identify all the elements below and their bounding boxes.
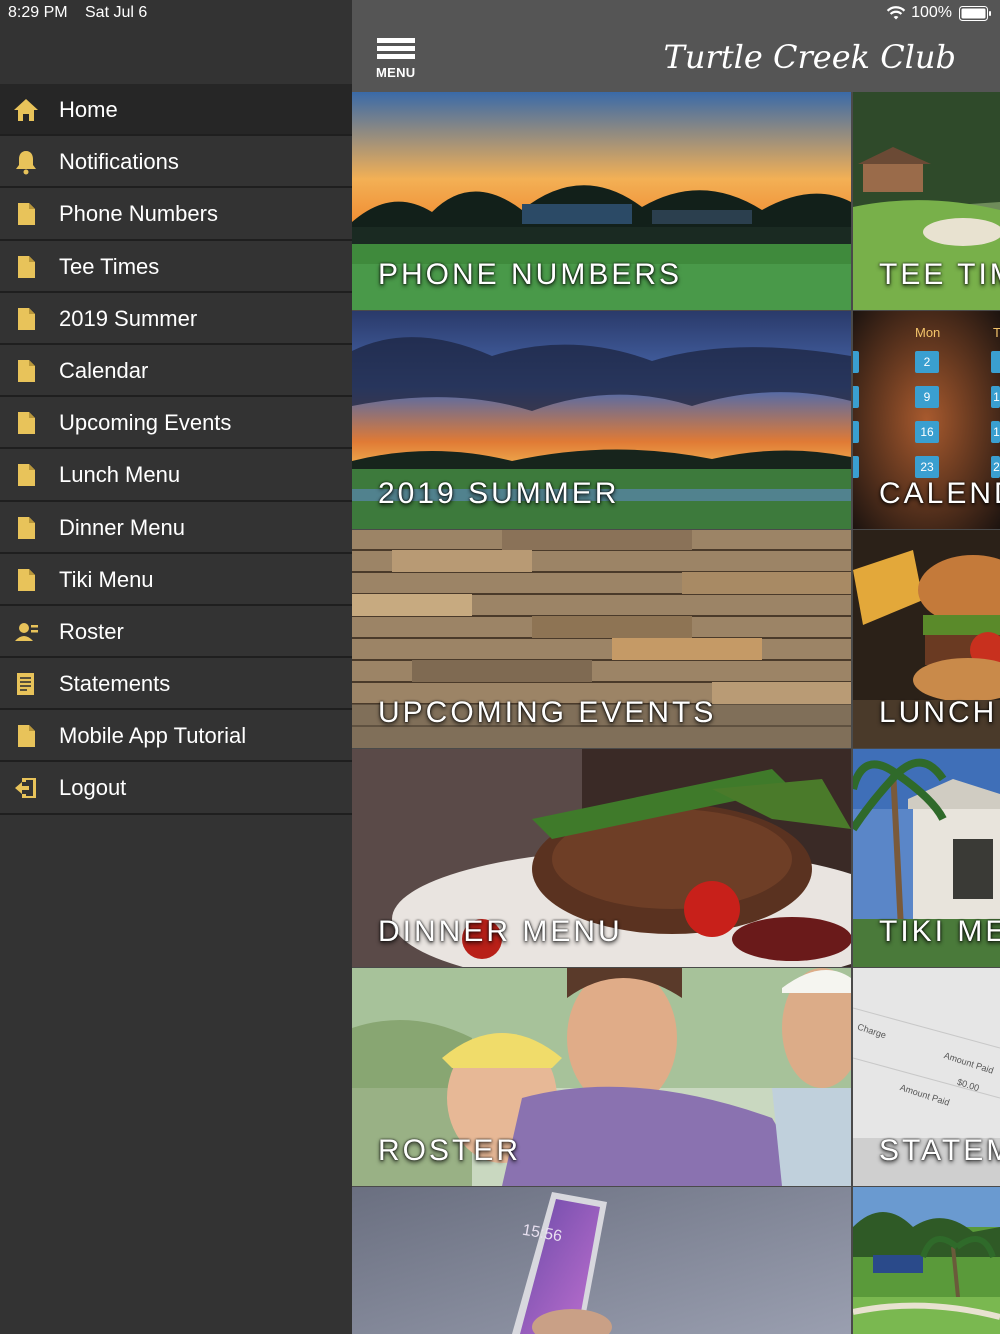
calendar-date: 2	[915, 351, 939, 373]
status-date: Sat Jul 6	[85, 4, 148, 21]
sidebar-item-label: 2019 Summer	[59, 305, 198, 331]
top-bar: 100% MENU Turtle Creek Club	[352, 0, 1000, 92]
tile-label: 2019 SUMMER	[378, 477, 620, 510]
sidebar-item-dinner-menu[interactable]: Dinner Menu	[0, 502, 352, 554]
document-icon	[12, 566, 40, 594]
sidebar-item-roster[interactable]: Roster	[0, 606, 352, 659]
logout-icon	[12, 774, 40, 802]
tile-label: UPCOMING EVENTS	[378, 696, 717, 729]
status-bar-left: 8:29 PM Sat Jul 6	[0, 0, 352, 84]
sidebar-item-calendar[interactable]: Calendar	[0, 345, 352, 398]
sidebar-item-label: Phone Numbers	[59, 201, 218, 227]
sidebar-item-label: Calendar	[59, 357, 149, 383]
calendar-date: 2	[991, 456, 1000, 478]
sidebar-item-label: Lunch Menu	[59, 462, 181, 488]
document-icon	[12, 200, 40, 228]
hamburger-icon	[377, 38, 415, 43]
calendar-date: 1	[991, 421, 1000, 443]
tile-tee-times[interactable]: TEE TIM	[853, 92, 1000, 310]
tile-golf-course[interactable]	[853, 1187, 1000, 1334]
sidebar-item-label: Notifications	[59, 149, 179, 175]
bell-icon	[12, 148, 40, 176]
sidebar-item-home[interactable]: Home	[0, 84, 352, 137]
calendar-day-header: Tu	[993, 325, 1000, 340]
sidebar-item-2019-summer[interactable]: 2019 Summer	[0, 293, 352, 345]
calendar-date: 16	[915, 421, 939, 443]
hamburger-line	[377, 54, 415, 59]
sidebar-item-label: Tee Times	[59, 253, 160, 279]
sidebar-item-label: Tiki Menu	[59, 566, 154, 592]
calendar-date-edge	[853, 386, 859, 408]
tile-upcoming-events[interactable]: UPCOMING EVENTS	[352, 530, 851, 748]
sidebar-item-tiki-menu[interactable]: Tiki Menu	[0, 554, 352, 606]
statement-icon	[12, 670, 40, 698]
document-icon	[12, 253, 40, 281]
tile-label: LUNCH	[879, 696, 998, 729]
club-logo: Turtle Creek Club	[663, 38, 956, 76]
document-icon	[12, 461, 40, 489]
document-icon	[12, 357, 40, 385]
calendar-day-header: Mon	[915, 325, 941, 340]
tile-label: CALEND	[879, 477, 1000, 510]
sidebar-item-logout[interactable]: Logout	[0, 762, 352, 815]
calendar-date: 23	[915, 456, 939, 478]
tile-mobile-app-tutorial[interactable]: 15:56	[352, 1187, 851, 1334]
tile-tiki-menu[interactable]: TIKI ME	[853, 749, 1000, 967]
roster-icon	[12, 618, 40, 646]
sidebar-item-phone-numbers[interactable]: Phone Numbers	[0, 188, 352, 241]
sidebar-item-tee-times[interactable]: Tee Times	[0, 241, 352, 293]
sidebar-item-lunch-menu[interactable]: Lunch Menu	[0, 449, 352, 502]
calendar-date-edge	[853, 421, 859, 443]
document-icon	[12, 409, 40, 437]
menu-button[interactable]: MENU	[374, 38, 420, 82]
battery-icon	[959, 6, 991, 21]
home-icon	[12, 96, 40, 124]
calendar-date-edge	[853, 351, 859, 373]
tile-label: ROSTER	[378, 1134, 522, 1167]
sidebar-item-label: Dinner Menu	[59, 514, 185, 540]
calendar-date: 9	[915, 386, 939, 408]
calendar-date	[991, 351, 1000, 373]
document-icon	[12, 305, 40, 333]
tile-label: STATEM	[879, 1134, 1000, 1167]
sidebar-item-statements[interactable]: Statements	[0, 658, 352, 711]
tile-label: TEE TIM	[879, 258, 1000, 291]
tile-label: DINNER MENU	[378, 915, 623, 948]
hamburger-line	[377, 46, 415, 51]
battery-percent: 100%	[911, 4, 952, 21]
tile-label: TIKI ME	[879, 915, 1000, 948]
tile-dinner-menu[interactable]: DINNER MENU	[352, 749, 851, 967]
tile-lunch[interactable]: LUNCH	[853, 530, 1000, 748]
calendar-date-edge	[853, 456, 859, 478]
sidebar-item-upcoming-events[interactable]: Upcoming Events	[0, 397, 352, 450]
menu-button-label: MENU	[376, 65, 416, 80]
wifi-icon	[886, 6, 906, 20]
sidebar-item-notifications[interactable]: Notifications	[0, 136, 352, 189]
sidebar-item-label: Logout	[59, 775, 127, 801]
tile-label: PHONE NUMBERS	[378, 258, 683, 291]
document-icon	[12, 514, 40, 542]
tile-calendar[interactable]: Mon Tu 2 9 16 23 1 1 2 CALEND	[853, 311, 1000, 529]
golf-course-aerial-image	[853, 1187, 1000, 1334]
sidebar: 8:29 PM Sat Jul 6 Home Notifications Phone…	[0, 0, 352, 1334]
sidebar-item-mobile-app-tutorial[interactable]: Mobile App Tutorial	[0, 710, 352, 763]
phone-in-hand-image	[352, 1187, 851, 1334]
main-content: 100% MENU Turtle Creek Club PHONE NUMBER…	[352, 0, 1000, 1334]
sidebar-item-label: Mobile App Tutorial	[59, 723, 247, 749]
tile-statements[interactable]: Charge Amount Paid $0.00 Amount Paid STA…	[853, 968, 1000, 1186]
sidebar-item-label: Statements	[59, 671, 171, 697]
sidebar-item-label: Upcoming Events	[59, 410, 232, 436]
sidebar-item-label: Home	[59, 97, 118, 122]
sidebar-item-label: Roster	[59, 618, 124, 644]
tile-phone-numbers[interactable]: PHONE NUMBERS	[352, 92, 851, 310]
sidebar-menu: Home Notifications Phone Numbers Tee Times 2…	[0, 84, 352, 815]
tile-2019-summer[interactable]: 2019 SUMMER	[352, 311, 851, 529]
calendar-date: 1	[991, 386, 1000, 408]
document-icon	[12, 722, 40, 750]
status-time: 8:29 PM	[8, 4, 68, 21]
tile-roster[interactable]: ROSTER	[352, 968, 851, 1186]
